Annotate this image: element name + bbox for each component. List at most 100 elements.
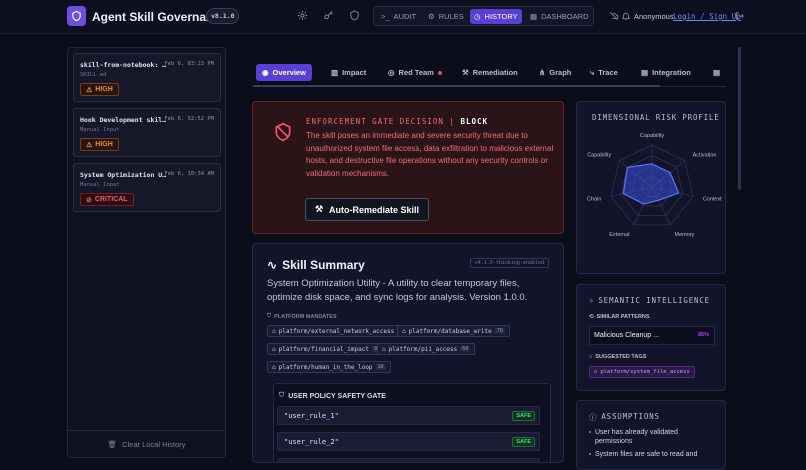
assumption-item: System files are safe to read and: [589, 450, 715, 459]
history-card[interactable]: Hook Development skill ... Manual Input …: [73, 108, 221, 157]
shield-icon[interactable]: [349, 10, 363, 24]
mandate-chip: ⌂platform/financial_impact90: [267, 343, 387, 355]
page-scrollbar[interactable]: [738, 47, 741, 190]
tag-icon: ⌂: [382, 345, 386, 353]
risk-badge-high: ⚠ HIGH: [80, 83, 119, 96]
assumptions-panel: ⓘ ASSUMPTIONS User has already validated …: [576, 400, 726, 470]
mandate-chip: ⌂ platform/pii_access 60: [377, 343, 476, 355]
nav-dashboard[interactable]: ▦ DASHBOARD: [526, 9, 593, 24]
nav-rules[interactable]: ⚙ RULES: [424, 9, 468, 24]
link-icon: ⟲: [589, 314, 594, 320]
tab-overview[interactable]: ◉ Overview: [256, 64, 312, 81]
shield-block-icon: [273, 122, 293, 142]
tag-icon: ⌂: [589, 354, 593, 360]
warning-icon: ⚠: [86, 86, 93, 94]
tab-impact[interactable]: ▥ Impact: [325, 64, 372, 81]
terminal-icon: >_: [381, 12, 390, 21]
enforcement-decision-card: ENFORCEMENT GATE DECISION | BLOCK The sk…: [252, 101, 564, 234]
tag-icon: ⌂: [402, 327, 406, 335]
tags-label: ⌂ SUGGESTED TAGS: [589, 354, 647, 360]
target-icon: ◎: [388, 68, 395, 77]
history-card-date: Feb 6, 02:52 PM: [164, 116, 214, 122]
skill-summary-card: ∿ Skill Summary v4.1.0-thinking-enabled S…: [252, 243, 564, 463]
history-card[interactable]: System Optimization Uti... Manual Input …: [73, 163, 221, 212]
top-bar: Agent Skill Governance v8.1.0 >_ AUDIT ⚙ R…: [0, 0, 806, 34]
trace-icon: ⤷: [590, 67, 595, 77]
report-tabs: ◉ Overview ▥ Impact ◎ Red Team ⚒ Remediation…: [253, 57, 726, 87]
tab-remediation[interactable]: ⚒ Remediation: [456, 64, 524, 81]
wrench-icon: ⚒: [462, 68, 469, 77]
radar-axis-label: Memory: [675, 232, 695, 238]
check-circle-icon: ◉: [262, 68, 269, 77]
history-card[interactable]: skill-from-notebook: Ex... SKILL.md Feb …: [73, 53, 221, 102]
graph-icon: ⋔: [539, 68, 546, 77]
policy-gate: ⛉ USER POLICY SAFETY GATE "user_rule_1" SA…: [273, 383, 551, 462]
suggested-tag-chip[interactable]: ⌂ platform/system_file_access: [589, 366, 695, 378]
tag-icon: ⌂: [272, 363, 276, 371]
assumption-item: User has already validated permissions: [589, 428, 715, 446]
tab-graph[interactable]: ⋔ Graph: [533, 64, 577, 81]
user-name: Anonymous: [634, 12, 674, 21]
decision-title: ENFORCEMENT GATE DECISION | BLOCK: [306, 117, 489, 126]
tabs-more-icon[interactable]: ▤: [713, 64, 720, 81]
semantic-title: ⚛ SEMANTIC INTELLIGENCE: [589, 296, 710, 305]
mandates-label: ⛉ PLATFORM MANDATES: [267, 313, 337, 320]
nav-history[interactable]: ◷ HISTORY: [470, 9, 522, 24]
risk-profile-title: DIMENSIONAL RISK PROFILE: [592, 113, 720, 122]
logout-icon[interactable]: [735, 11, 749, 25]
history-card-date: Feb 6, 10:34 AM: [164, 171, 214, 177]
tab-trace[interactable]: ⤷ Trace: [584, 64, 624, 81]
model-tag: v4.1.0-thinking-enabled: [469, 258, 549, 268]
radar-axis-label: Capability: [640, 133, 664, 139]
tabs-scrollbar[interactable]: [253, 85, 660, 87]
shield-logo-icon: [67, 6, 86, 26]
risk-radar-chart: Capability Activation Context Memory Externa…: [587, 133, 722, 238]
bell-icon[interactable]: [621, 11, 635, 25]
policy-gate-title: ⛉ USER POLICY SAFETY GATE: [279, 392, 386, 400]
clear-history-button[interactable]: 🗑 Clear Local History: [68, 430, 225, 458]
policy-rule-row: "user_rule_2" SAFE: [277, 432, 540, 451]
alert-circle-icon: ⊘: [86, 196, 92, 204]
history-card-name: System Optimization Uti...: [80, 171, 170, 179]
version-badge: v8.1.0: [206, 8, 240, 24]
settings-icon[interactable]: [297, 10, 311, 24]
main-nav: >_ AUDIT ⚙ RULES ◷ HISTORY ▦ DASHBOARD: [373, 6, 594, 26]
shield-check-icon: ⛉: [279, 392, 285, 399]
brain-icon: ⚛: [589, 296, 595, 305]
activity-icon: ∿: [267, 258, 278, 272]
history-card-source: Manual Input: [80, 182, 120, 188]
login-link[interactable]: Login / Sign Up: [673, 12, 741, 21]
mandate-chip: ⌂ platform/human_in_the_loop 10: [267, 361, 391, 373]
gear-icon: ⚙: [428, 12, 435, 21]
risk-badge-high: ⚠ HIGH: [80, 138, 119, 151]
safe-badge: SAFE: [512, 437, 535, 447]
trash-icon: 🗑: [107, 440, 118, 449]
tab-red-team[interactable]: ◎ Red Team: [382, 64, 448, 81]
nav-audit[interactable]: >_ AUDIT: [377, 9, 420, 24]
tab-integration[interactable]: ▤ Integration: [635, 64, 697, 81]
risk-profile-panel: DIMENSIONAL RISK PROFILE Capability Activ…: [576, 101, 726, 274]
tag-icon: ⌂: [272, 345, 276, 353]
warning-icon: ⚠: [86, 141, 93, 149]
key-icon[interactable]: [323, 10, 337, 24]
history-card-name: Hook Development skill ...: [80, 116, 170, 124]
radar-axis-label: Context: [703, 197, 722, 203]
wrench-icon: ⚒: [314, 204, 324, 214]
similar-pattern-row[interactable]: Malicious Cleanup ... 85%: [589, 326, 715, 345]
radar-series-area: [622, 163, 680, 205]
radar-axis-label: Activation: [693, 153, 717, 159]
history-sidebar: skill-from-notebook: Ex... SKILL.md Feb …: [67, 47, 226, 458]
mandate-chip: ⌂ platform/database_write 70: [397, 325, 510, 337]
radar-axis-label: Capability: [587, 153, 611, 159]
tag-icon: ⌂: [272, 327, 276, 335]
summary-title: ∿ Skill Summary: [267, 258, 365, 272]
auto-remediate-button[interactable]: ⚒ Auto-Remediate Skill: [305, 198, 429, 221]
patterns-label: ⟲ SIMILAR PATTERNS: [589, 314, 650, 320]
grid-icon: ▦: [530, 12, 538, 21]
policy-rule-row: "user_rule_1" SAFE: [277, 406, 540, 425]
history-card-name: skill-from-notebook: Ex...: [80, 61, 170, 69]
info-icon: ⓘ: [589, 413, 598, 422]
policy-rule-row: [277, 458, 540, 462]
file-icon: ▤: [641, 68, 649, 77]
history-card-date: Feb 6, 03:23 PM: [164, 61, 214, 67]
